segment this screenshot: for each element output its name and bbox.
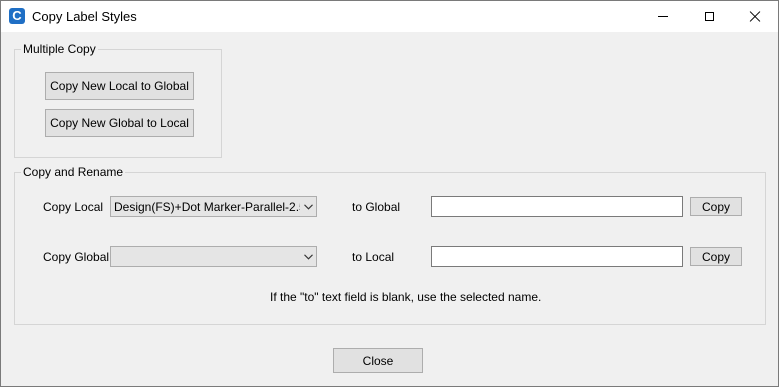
multiple-copy-group: Multiple Copy bbox=[14, 42, 222, 158]
copy-global-dropdown[interactable] bbox=[110, 246, 317, 267]
to-local-input[interactable] bbox=[431, 246, 683, 267]
chevron-down-icon bbox=[300, 247, 316, 266]
maximize-icon bbox=[704, 12, 714, 21]
copy-local-selected: Design(FS)+Dot Marker-Parallel-2.5mm- bbox=[114, 199, 300, 214]
copy-local-to-global-button[interactable]: Copy New Local to Global bbox=[45, 72, 194, 100]
app-logo-icon: C bbox=[9, 8, 25, 24]
window-close-button[interactable] bbox=[732, 1, 778, 32]
to-global-label: to Global bbox=[352, 200, 401, 214]
copy-rename-legend: Copy and Rename bbox=[21, 165, 126, 179]
close-icon bbox=[749, 11, 761, 23]
window-title: Copy Label Styles bbox=[32, 9, 137, 24]
to-local-label: to Local bbox=[352, 250, 395, 264]
chevron-down-icon bbox=[300, 197, 316, 216]
to-global-input[interactable] bbox=[431, 196, 683, 217]
copy-global-to-local-button[interactable]: Copy New Global to Local bbox=[45, 109, 194, 137]
copy-global-button[interactable]: Copy bbox=[690, 247, 742, 266]
copy-local-button[interactable]: Copy bbox=[690, 197, 742, 216]
dialog-window: C Copy Label Styles Multiple Copy Copy N… bbox=[0, 0, 779, 387]
copy-local-label: Copy Local bbox=[43, 200, 104, 214]
minimize-button[interactable] bbox=[640, 1, 686, 32]
hint-text: If the "to" text field is blank, use the… bbox=[270, 290, 542, 304]
maximize-button[interactable] bbox=[686, 1, 732, 32]
minimize-icon bbox=[658, 16, 668, 17]
copy-local-dropdown[interactable]: Design(FS)+Dot Marker-Parallel-2.5mm- bbox=[110, 196, 317, 217]
close-button[interactable]: Close bbox=[333, 348, 423, 373]
multiple-copy-legend: Multiple Copy bbox=[21, 42, 98, 56]
copy-global-label: Copy Global bbox=[43, 250, 110, 264]
title-bar[interactable]: C Copy Label Styles bbox=[1, 1, 778, 32]
